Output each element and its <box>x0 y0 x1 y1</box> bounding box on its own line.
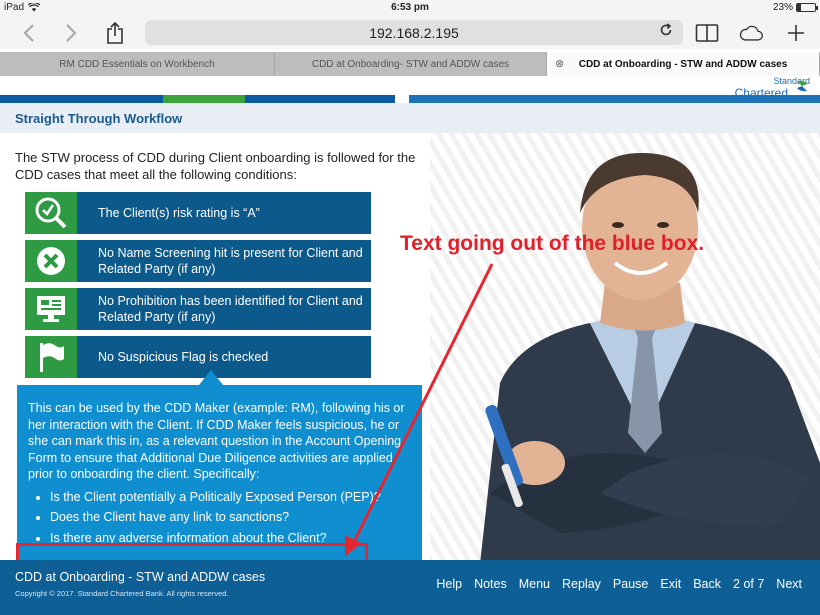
suspicious-flag-callout: This can be used by the CDD Maker (examp… <box>17 385 422 564</box>
footer-nav: Help Notes Menu Replay Pause Exit Back 2… <box>430 577 808 591</box>
status-bar: iPad 6:53 pm 23% <box>0 0 820 16</box>
list-item: Does the Client have any link to sanctio… <box>50 509 416 526</box>
forward-chevron-icon[interactable] <box>58 20 84 46</box>
copyright: Copyright © 2017. Standard Chartered Ban… <box>15 589 229 598</box>
monitor-icon <box>37 296 65 322</box>
menu-button[interactable]: Menu <box>513 577 556 591</box>
header-stripe <box>0 95 163 103</box>
slide-content: The STW process of CDD during Client onb… <box>0 133 820 568</box>
next-button[interactable]: Next <box>770 577 808 591</box>
bookmarks-icon[interactable] <box>694 20 720 46</box>
flag-icon <box>40 343 64 372</box>
magnifier-check-icon <box>35 197 67 229</box>
tab-strip: RM CDD Essentials on Workbench CDD at On… <box>0 52 820 76</box>
condition-risk-rating: The Client(s) risk rating is “A” <box>25 192 371 234</box>
battery-icon <box>796 3 818 12</box>
course-footer: CDD at Onboarding - STW and ADDW cases C… <box>0 560 820 615</box>
callout-text: This can be used by the CDD Maker (examp… <box>28 401 405 481</box>
replay-button[interactable]: Replay <box>556 577 607 591</box>
businessman-illustration <box>480 152 820 564</box>
condition-text: No Name Screening hit is present for Cli… <box>98 246 363 276</box>
course-page: Standard Chartered Straight Through Work… <box>0 76 820 615</box>
intro-text: The STW process of CDD during Client onb… <box>15 150 416 182</box>
callout-bullets: Is the Client potentially a Politically … <box>28 489 416 547</box>
condition-suspicious-flag[interactable]: No Suspicious Flag is checked <box>25 336 371 378</box>
page-title: Straight Through Workflow <box>15 111 183 126</box>
condition-prohibition: No Prohibition has been identified for C… <box>25 288 371 330</box>
share-icon[interactable] <box>102 20 128 46</box>
tab-cdd-onboarding-1[interactable]: CDD at Onboarding- STW and ADDW cases <box>275 52 547 76</box>
callout-pointer <box>199 370 223 385</box>
brand-mark-icon <box>797 80 807 92</box>
footer-course-title: CDD at Onboarding - STW and ADDW cases <box>15 570 266 584</box>
address-bar[interactable]: 192.168.2.195 <box>145 20 683 45</box>
new-tab-plus-icon[interactable] <box>783 20 809 46</box>
condition-text: No Suspicious Flag is checked <box>98 350 269 364</box>
notes-button[interactable]: Notes <box>468 577 513 591</box>
x-circle-icon <box>37 247 65 275</box>
pause-button[interactable]: Pause <box>607 577 654 591</box>
annotation-label: Text going out of the blue box. <box>400 232 705 255</box>
help-button[interactable]: Help <box>430 577 468 591</box>
condition-text: No Prohibition has been identified for C… <box>98 294 363 324</box>
list-item: Is the Client potentially a Politically … <box>50 489 416 506</box>
clock: 6:53 pm <box>391 2 429 13</box>
cloud-tabs-icon[interactable] <box>738 20 764 46</box>
section-title-bar: Straight Through Workflow <box>0 103 820 133</box>
tab-rm-cdd-essentials[interactable]: RM CDD Essentials on Workbench <box>0 52 275 76</box>
url-text: 192.168.2.195 <box>369 25 459 41</box>
exit-button[interactable]: Exit <box>654 577 687 591</box>
condition-text: The Client(s) risk rating is “A” <box>98 206 260 220</box>
browser-toolbar: 192.168.2.195 <box>0 16 820 49</box>
back-chevron-icon[interactable] <box>16 20 42 46</box>
battery-percent: 23% <box>772 2 793 13</box>
reload-icon[interactable] <box>659 23 673 41</box>
page-indicator: 2 of 7 <box>733 577 765 591</box>
tab-cdd-onboarding-active[interactable]: ⊗ CDD at Onboarding - STW and ADDW cases <box>547 52 820 76</box>
back-button[interactable]: Back <box>687 577 727 591</box>
condition-name-screening: No Name Screening hit is present for Cli… <box>25 240 371 282</box>
close-tab-icon[interactable]: ⊗ <box>555 57 564 70</box>
